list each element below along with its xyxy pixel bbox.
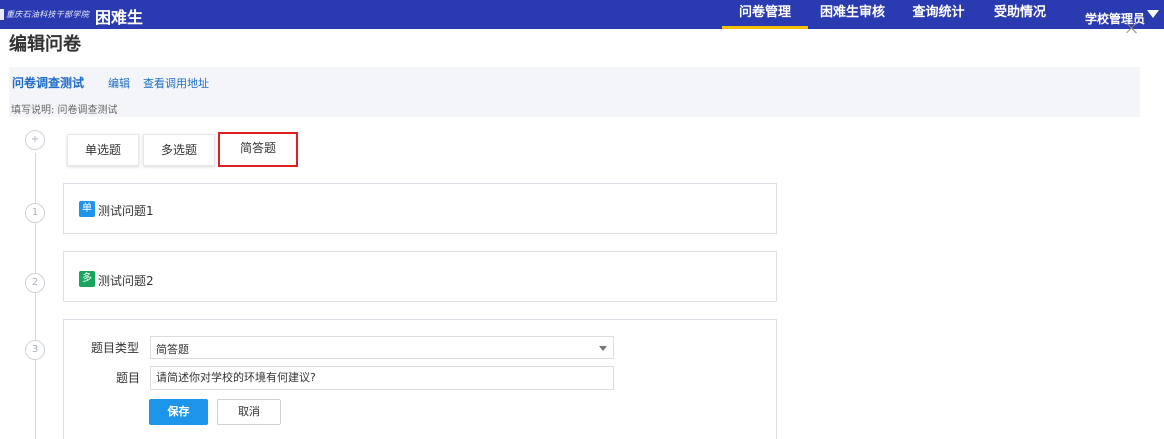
short-answer-button[interactable]: 简答题 xyxy=(218,132,298,167)
close-icon[interactable] xyxy=(1126,22,1138,34)
logo-emblem-icon xyxy=(0,9,4,20)
question-type-select[interactable]: 简答题 xyxy=(150,336,614,359)
nav-item-aid-status[interactable]: 受助情况 xyxy=(980,0,1060,29)
nav-item-survey-management[interactable]: 问卷管理 xyxy=(722,0,808,29)
save-button[interactable]: 保存 xyxy=(149,399,208,425)
question-type-value: 简答题 xyxy=(156,343,189,356)
timeline-line xyxy=(35,153,36,439)
survey-description: 填写说明: 问卷调查测试 xyxy=(11,105,118,116)
main-nav: 问卷管理 困难生审核 查询统计 受助情况 xyxy=(722,0,1060,29)
survey-info-panel: 问卷调查测试 编辑 查看调用地址 填写说明: 问卷调查测试 xyxy=(9,67,1140,117)
app-title: 困难生 xyxy=(95,8,144,27)
question-input[interactable]: 请简述你对学校的环境有何建议? xyxy=(150,366,614,390)
add-step-icon[interactable]: + xyxy=(25,130,45,150)
single-choice-button[interactable]: 单选题 xyxy=(67,134,139,166)
multiple-choice-badge: 多 xyxy=(79,271,95,287)
single-choice-badge: 单 xyxy=(79,201,95,217)
step-circle-1: 1 xyxy=(25,203,45,223)
dialog-title: 编辑问卷 xyxy=(9,34,81,55)
nav-item-query-statistics[interactable]: 查询统计 xyxy=(897,0,980,29)
top-navigation-bar: 重庆石油科技干部学院 困难生 问卷管理 困难生审核 查询统计 受助情况 学校管理… xyxy=(0,0,1164,29)
chevron-down-icon xyxy=(599,346,607,351)
step-circle-2: 2 xyxy=(25,273,45,293)
question-text-1: 测试问题1 xyxy=(98,204,154,218)
chevron-down-icon[interactable] xyxy=(1147,10,1159,18)
step-circle-3: 3 xyxy=(25,340,45,360)
question-card-1[interactable]: 单 测试问题1 xyxy=(63,183,777,234)
logo-text: 重庆石油科技干部学院 xyxy=(6,10,89,19)
question-text-2: 测试问题2 xyxy=(98,274,154,288)
question-type-label: 题目类型 xyxy=(91,341,140,355)
edit-survey-link[interactable]: 编辑 xyxy=(108,75,130,91)
question-card-2[interactable]: 多 测试问题2 xyxy=(63,251,777,302)
cancel-button[interactable]: 取消 xyxy=(217,399,281,425)
multiple-choice-button[interactable]: 多选题 xyxy=(143,134,215,166)
view-url-link[interactable]: 查看调用地址 xyxy=(143,75,209,91)
nav-item-needy-review[interactable]: 困难生审核 xyxy=(808,0,897,29)
survey-title: 问卷调查测试 xyxy=(12,76,85,90)
school-logo: 重庆石油科技干部学院 xyxy=(0,8,89,21)
question-label: 题目 xyxy=(116,371,141,385)
